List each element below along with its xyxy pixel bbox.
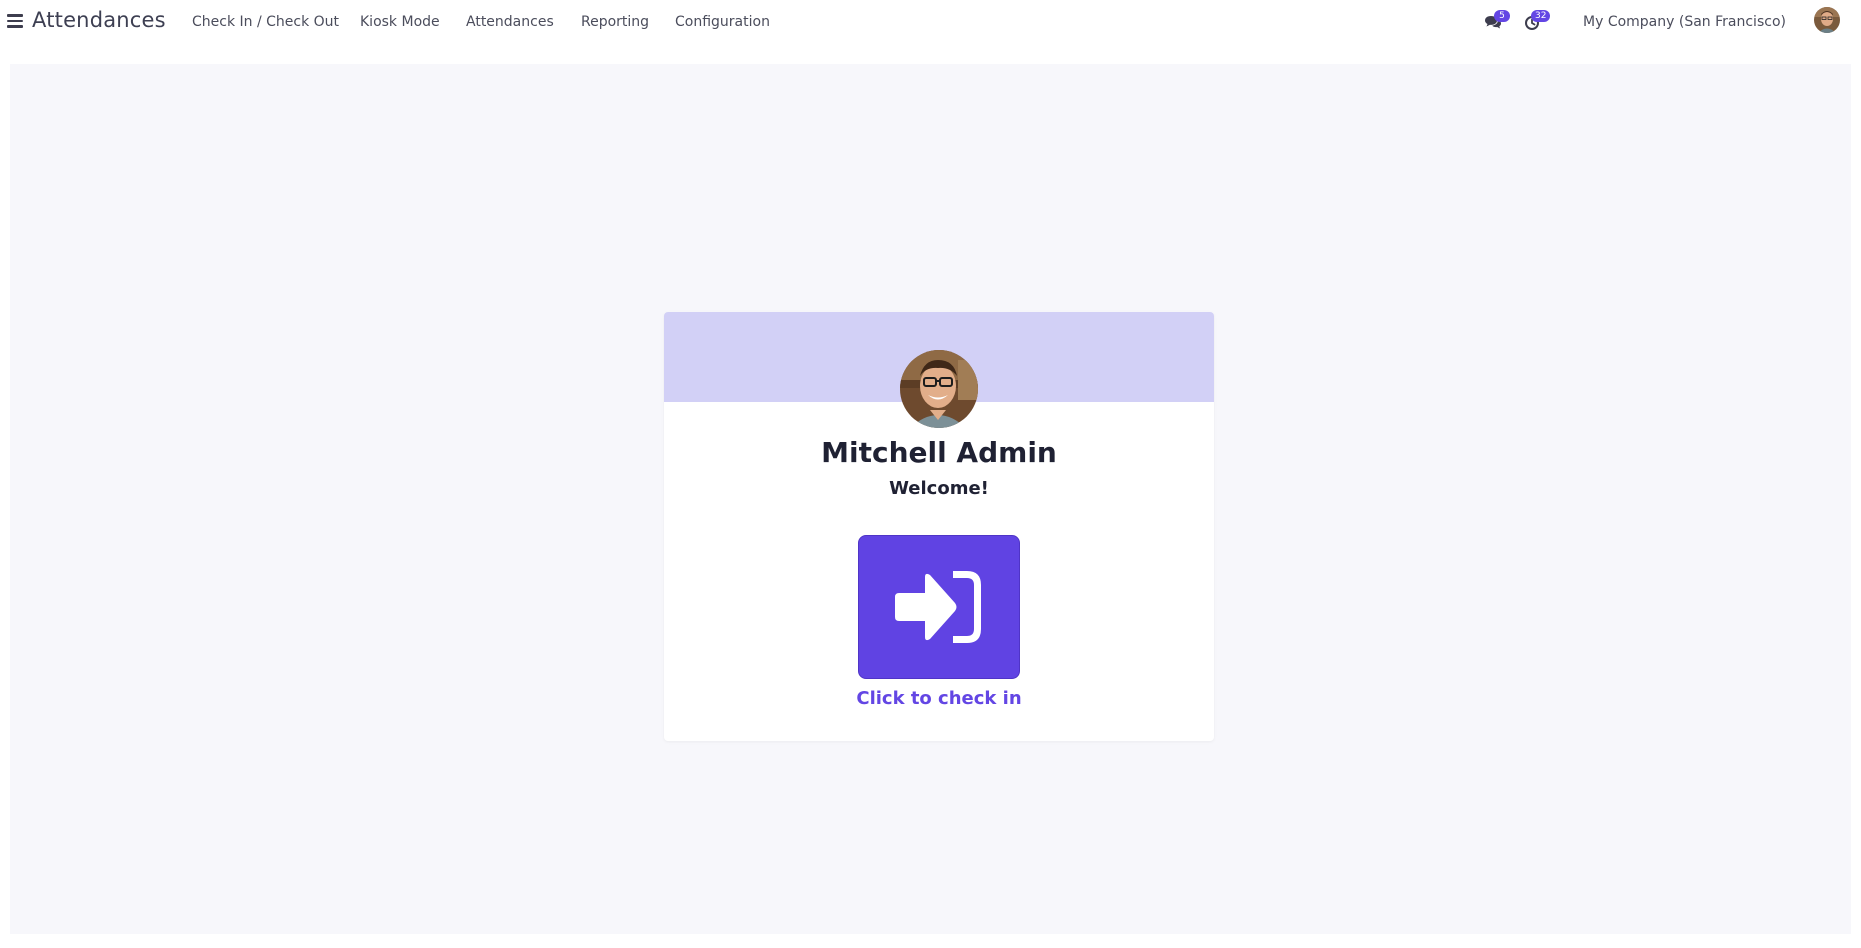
nav-item-reporting[interactable]: Reporting [581,14,649,30]
top-navbar: Attendances Check In / Check Out Kiosk M… [0,0,1861,64]
company-switcher[interactable]: My Company (San Francisco) [1583,14,1786,30]
app-name[interactable]: Attendances [32,8,166,32]
check-in-label[interactable]: Click to check in [664,688,1214,709]
sign-in-arrow-icon [895,571,981,643]
activities-count-badge: 32 [1531,10,1551,22]
nav-item-kiosk-mode[interactable]: Kiosk Mode [360,14,440,30]
user-avatar[interactable] [1814,7,1840,33]
hamburger-menu-icon[interactable] [7,14,23,28]
employee-avatar [900,350,978,428]
nav-item-check-in-check-out[interactable]: Check In / Check Out [192,14,339,30]
employee-name: Mitchell Admin [821,436,1057,469]
nav-item-attendances[interactable]: Attendances [466,14,554,30]
check-in-button[interactable] [858,535,1020,679]
main-content: Mitchell Admin Welcome! Click to check i… [10,64,1851,934]
check-in-card: Mitchell Admin Welcome! Click to check i… [664,312,1214,741]
messages-count-badge: 5 [1494,10,1510,22]
welcome-message: Welcome! [889,478,989,499]
nav-item-configuration[interactable]: Configuration [675,14,770,30]
